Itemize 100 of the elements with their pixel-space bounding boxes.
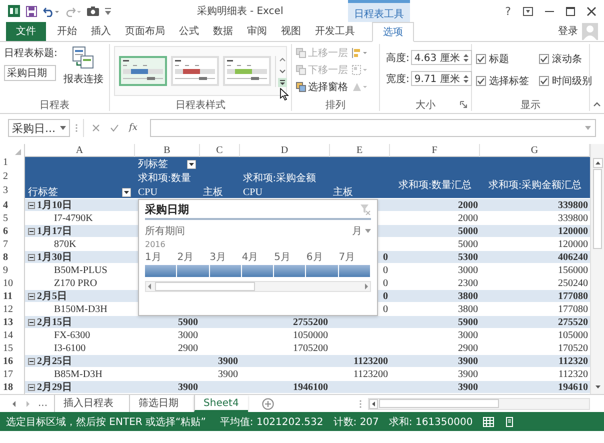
size-field[interactable]: 4.63 厘米 (411, 50, 472, 65)
ribbon-tab[interactable]: 选项 (372, 22, 414, 42)
ribbon-tab[interactable]: 开始 (50, 22, 84, 41)
caret-icon[interactable] (585, 126, 591, 130)
scrollbar-thumb[interactable] (593, 169, 602, 249)
status-stat: 平均值: 1021202.532 (220, 416, 324, 428)
ribbon-tab[interactable]: 视图 (274, 22, 308, 41)
horizontal-scrollbar[interactable] (368, 398, 590, 410)
size-label: 高度: (386, 52, 410, 64)
report-connections-button[interactable]: 报表连接 (63, 46, 104, 96)
undo-icon[interactable] (43, 6, 59, 16)
collapse-toggle-icon[interactable] (28, 384, 35, 391)
month-tile[interactable] (145, 265, 176, 277)
spinner-icon[interactable] (462, 74, 469, 84)
scroll-up-icon[interactable] (278, 56, 287, 64)
customize-icon[interactable] (105, 6, 111, 16)
scrollbar-thumb[interactable] (155, 282, 255, 291)
caption-field[interactable]: 采购日期 (4, 65, 56, 81)
style-thumbnail[interactable] (119, 56, 167, 86)
row-number[interactable]: 4 (0, 199, 25, 212)
collapse-toggle-icon[interactable] (28, 254, 35, 261)
camera-icon[interactable] (87, 6, 99, 16)
previous-sheet-icon[interactable] (10, 400, 18, 408)
month-tile[interactable] (338, 265, 370, 277)
table-cell: 250240 (558, 278, 588, 289)
page-layout-icon[interactable] (504, 416, 515, 426)
row-number[interactable]: 8 (0, 251, 25, 264)
ribbon-tab[interactable]: 公式 (172, 22, 206, 41)
collapse-ribbon-icon[interactable] (593, 101, 601, 107)
month-tile[interactable] (274, 265, 306, 277)
size-field[interactable]: 9.71 厘米 (411, 71, 472, 86)
scroll-down-icon[interactable] (278, 66, 287, 74)
add-sheet-icon[interactable] (262, 398, 274, 410)
formula-field[interactable] (150, 119, 596, 137)
collapse-toggle-icon[interactable] (28, 202, 35, 209)
row-number[interactable]: 6 (0, 225, 25, 238)
cancel-icon[interactable] (92, 124, 100, 132)
name-box[interactable]: 采购日... (8, 119, 70, 137)
option-checkbox[interactable]: 时间级别 (539, 74, 592, 88)
table-cell: 3900 (458, 382, 478, 393)
option-checkbox[interactable]: 选择标签 (476, 74, 529, 88)
align-icon[interactable] (352, 48, 368, 58)
drag-handle-icon[interactable] (75, 123, 78, 133)
save-icon[interactable] (26, 6, 37, 16)
ribbon-tab[interactable]: 开发工具 (308, 22, 362, 41)
vertical-scrollbar[interactable] (590, 144, 604, 394)
checkmark-icon[interactable] (110, 124, 119, 132)
window-title: 采购明细表 - Excel (196, 4, 284, 18)
close-icon[interactable] (587, 6, 596, 16)
row-number[interactable]: 9 (0, 264, 25, 277)
sheet-tab[interactable]: Sheet4 (194, 395, 248, 412)
maximize-icon[interactable] (566, 6, 575, 16)
month-tile[interactable] (306, 265, 338, 277)
help-button[interactable]: ? (505, 4, 511, 18)
timeline-scrollbar[interactable] (145, 281, 371, 292)
scrollbar-thumb[interactable] (379, 399, 499, 408)
spinner-icon[interactable] (462, 52, 469, 62)
scroll-left-icon[interactable] (369, 398, 378, 408)
sign-in-link[interactable]: 登录 (558, 22, 578, 41)
arrange-button[interactable]: 选择窗格 (296, 80, 348, 94)
more-sheets-button[interactable]: ... (38, 395, 48, 412)
time-level-dropdown[interactable]: 月 (352, 224, 371, 238)
collapse-toggle-icon[interactable] (28, 358, 35, 365)
row-label: B50M-PLUS (53, 264, 108, 277)
collapse-toggle-icon[interactable] (28, 293, 35, 300)
option-checkbox[interactable]: 滚动条 (539, 52, 592, 66)
option-checkbox[interactable]: 标题 (476, 52, 529, 66)
month-tile[interactable] (242, 265, 274, 277)
dialog-launcher-icon[interactable] (460, 101, 467, 108)
month-tile[interactable] (177, 265, 209, 277)
row-number[interactable]: 2 (0, 171, 25, 185)
month-tile[interactable] (210, 265, 241, 277)
ribbon-tab[interactable]: 页面布局 (118, 22, 172, 41)
file-tab[interactable]: 文件 (6, 22, 46, 41)
redo-icon[interactable] (65, 6, 81, 16)
ribbon-tab[interactable]: 数据 (206, 22, 240, 41)
ribbon-display-icon[interactable] (523, 6, 533, 16)
pivot-header-text: 列标签 (138, 158, 168, 171)
table-cell: 156000 (558, 265, 588, 276)
collapse-toggle-icon[interactable] (28, 319, 35, 326)
row-number[interactable]: 11 (0, 290, 25, 303)
table-cell: 2755200 (293, 317, 328, 328)
collapse-toggle-icon[interactable] (28, 228, 35, 235)
scroll-left-icon[interactable] (146, 282, 153, 291)
timeline-panel[interactable]: 采购日期 所有期间 月 2016 1月 2月 3月 4月 5月 6月 7月 (138, 199, 378, 316)
scroll-right-icon[interactable] (363, 282, 370, 291)
group-label: 排列 (324, 98, 346, 111)
gallery-more-icon[interactable] (278, 78, 287, 86)
ribbon-tab[interactable]: 审阅 (240, 22, 274, 41)
row-number[interactable]: 16 (0, 355, 25, 368)
ribbon-tab[interactable]: 插入 (84, 22, 118, 41)
row-number[interactable]: 13 (0, 316, 25, 329)
row-number[interactable]: 3 (0, 185, 25, 199)
table-cell: 2300 (458, 278, 478, 289)
normal-view-icon[interactable] (482, 416, 494, 426)
row-number[interactable]: 18 (0, 381, 25, 394)
scroll-up-icon[interactable] (592, 158, 602, 168)
splitter-handle-icon[interactable] (359, 398, 362, 408)
size-label: 宽度: (386, 72, 410, 86)
insert-function-button[interactable]: fx (129, 123, 138, 133)
